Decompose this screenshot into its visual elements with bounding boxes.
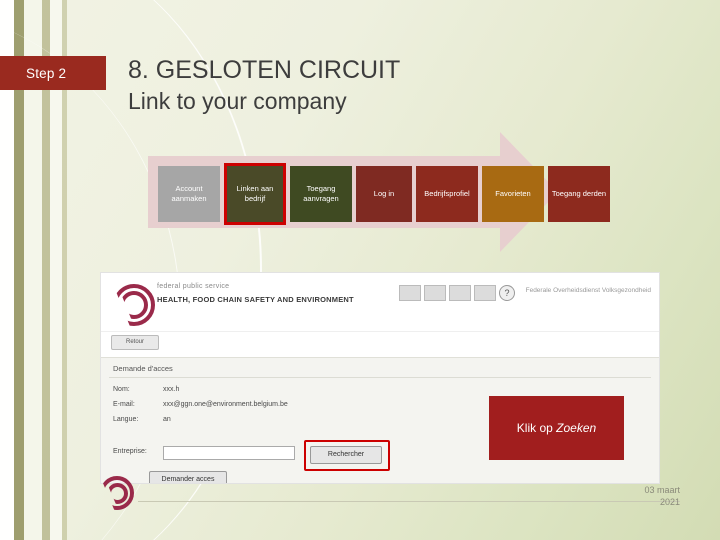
screenshot-header: federal public service HEALTH, FOOD CHAI…: [101, 273, 659, 332]
fps-logo-icon: [111, 281, 155, 326]
page-subtitle: Link to your company: [128, 88, 347, 114]
field-label-email: E-mail:: [113, 401, 135, 408]
form-title: Demande d'acces: [113, 364, 173, 373]
brand-line-1: federal public service: [157, 283, 230, 290]
process-step-label: Linken aan bedrijf: [236, 184, 274, 203]
flag-icon-de[interactable]: [449, 285, 471, 301]
help-icon[interactable]: ?: [499, 285, 515, 301]
footer-date: 03 maart 2021: [644, 484, 680, 508]
process-step-label: Favorieten: [495, 189, 531, 198]
slide: Step 2 8. GESLOTEN CIRCUIT Link to your …: [0, 0, 720, 540]
step-badge: Step 2: [0, 56, 106, 90]
process-step-label: Bedrijfsprofiel: [424, 189, 470, 198]
field-label-entreprise: Entreprise:: [113, 448, 147, 455]
footer-divider: [138, 501, 680, 502]
callout-text-italic: Zoeken: [556, 421, 597, 435]
page-title: 8. GESLOTEN CIRCUIT: [128, 56, 401, 84]
footer-date-line-2: 2021: [659, 497, 680, 507]
field-value-langue: an: [163, 416, 171, 423]
step-badge-label: Step 2: [26, 65, 67, 81]
flag-icon-en[interactable]: [474, 285, 496, 301]
process-steps: Account aanmaken Linken aan bedrijf Toegan…: [158, 163, 610, 225]
flag-icon-fr[interactable]: [424, 285, 446, 301]
process-step-1: Account aanmaken: [158, 166, 220, 222]
process-step-label: Toegang derden: [551, 189, 607, 198]
field-label-nom: Nom:: [113, 386, 130, 393]
process-step-label: Log in: [373, 189, 395, 198]
process-step-label: Toegang aanvragen: [303, 184, 339, 203]
process-step-label: Account aanmaken: [171, 184, 207, 203]
field-value-nom: xxx.h: [163, 386, 180, 393]
brand-line-2: HEALTH, FOOD CHAIN SAFETY AND ENVIRONMEN…: [157, 295, 354, 304]
process-step-5: Bedrijfsprofiel: [416, 166, 478, 222]
process-diagram: Account aanmaken Linken aan bedrijf Toegan…: [148, 128, 610, 256]
callout-text: Klik op Zoeken: [517, 421, 596, 435]
title-block: 8. GESLOTEN CIRCUIT Link to your company: [128, 54, 668, 116]
process-step-6: Favorieten: [482, 166, 544, 222]
entreprise-input[interactable]: [163, 446, 295, 460]
flag-icon-nl[interactable]: [399, 285, 421, 301]
footer-date-line-1: 03 maart: [644, 485, 680, 495]
callout-banner: Klik op Zoeken: [489, 396, 624, 460]
language-flags[interactable]: ?: [399, 285, 515, 301]
process-step-3: Toegang aanvragen: [290, 166, 352, 222]
field-value-email: xxx@ggn.one@environment.belgium.be: [163, 401, 288, 408]
callout-text-before: Klik op: [516, 421, 557, 435]
search-highlight-box: [304, 440, 390, 471]
field-label-langue: Langue:: [113, 416, 139, 423]
process-step-7: Toegang derden: [548, 166, 610, 222]
form-divider: [109, 377, 651, 378]
return-button[interactable]: Retour: [111, 335, 159, 350]
process-step-2: Linken aan bedrijf: [224, 163, 286, 225]
brand-right-text: Federale Overheidsdienst Volksgezondheid: [525, 287, 651, 294]
footer-logo-icon: [100, 474, 134, 510]
process-step-4: Log in: [356, 166, 412, 222]
request-access-button[interactable]: Demander acces: [149, 471, 227, 483]
